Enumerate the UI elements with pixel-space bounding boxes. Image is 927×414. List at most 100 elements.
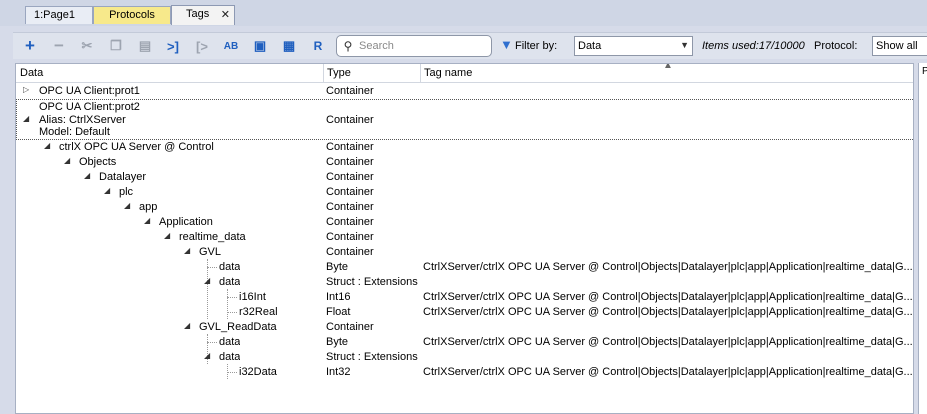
column-header-type[interactable]: Type bbox=[327, 67, 351, 79]
search-placeholder: Search bbox=[359, 40, 394, 52]
tab-protocols[interactable]: Protocols bbox=[93, 6, 171, 24]
tree-row[interactable]: r32Real Float CtrlXServer/ctrlX OPC UA S… bbox=[16, 305, 913, 320]
toolbar: + − ✂ ❐ ▤ >] [> AB ▣ ▦ R ⚲ Search ▼ Filt… bbox=[13, 32, 927, 59]
collapse-arrow-icon[interactable]: ◢ bbox=[184, 246, 190, 255]
tree-row[interactable]: ◢ plc Container bbox=[16, 185, 913, 200]
tree-row[interactable]: ◢ GVL_ReadData Container bbox=[16, 320, 913, 335]
close-icon[interactable]: ✕ bbox=[221, 8, 230, 21]
collapse-arrow-icon[interactable]: ◢ bbox=[44, 141, 50, 150]
row-tag-name: CtrlXServer/ctrlX OPC UA Server @ Contro… bbox=[423, 336, 913, 348]
tree-row[interactable]: i16Int Int16 CtrlXServer/ctrlX OPC UA Se… bbox=[16, 290, 913, 305]
column-header-data[interactable]: Data bbox=[20, 67, 43, 79]
row-type: Container bbox=[326, 171, 374, 183]
collapse-arrow-icon[interactable]: ◢ bbox=[124, 201, 130, 210]
row-model-line: Model: Default bbox=[39, 126, 110, 138]
column-separator[interactable] bbox=[420, 64, 421, 83]
row-name: realtime_data bbox=[179, 231, 246, 243]
row-name: GVL_ReadData bbox=[199, 321, 277, 333]
tree-row[interactable]: ◢ ctrlX OPC UA Server @ Control Containe… bbox=[16, 140, 913, 155]
paste-icon[interactable]: ▤ bbox=[134, 36, 156, 56]
collapse-arrow-icon[interactable]: ◢ bbox=[144, 216, 150, 225]
row-type: Container bbox=[326, 114, 374, 126]
remove-icon[interactable]: − bbox=[48, 36, 70, 56]
expand-arrow-icon[interactable]: ▷ bbox=[23, 85, 29, 94]
tree-row[interactable]: ◢ Application Container bbox=[16, 215, 913, 230]
row-name: OPC UA Client:prot1 bbox=[39, 85, 140, 97]
filter-icon: ▼ bbox=[500, 37, 513, 52]
collapse-arrow-icon[interactable]: ◢ bbox=[204, 276, 210, 285]
refresh-icon[interactable]: R bbox=[307, 36, 329, 56]
filter-value: Data bbox=[578, 40, 602, 52]
tree-row[interactable]: i32Data Int32 CtrlXServer/ctrlX OPC UA S… bbox=[16, 365, 913, 380]
import-icon[interactable]: ▣ bbox=[249, 36, 271, 56]
tree-row[interactable]: ◢ data Struct : Extensions bbox=[16, 275, 913, 290]
tab-label: Protocols bbox=[109, 9, 155, 21]
row-type: Container bbox=[326, 246, 374, 258]
tree-row[interactable]: ◢ GVL Container bbox=[16, 245, 913, 260]
row-type: Int16 bbox=[326, 291, 351, 303]
collapse-arrow-icon[interactable]: ◢ bbox=[184, 321, 190, 330]
protocol-label: Protocol: bbox=[814, 40, 858, 52]
copy-icon[interactable]: ❐ bbox=[105, 36, 127, 56]
row-type: Container bbox=[326, 231, 374, 243]
properties-pane-label: P bbox=[922, 66, 927, 77]
cut-icon[interactable]: ✂ bbox=[76, 36, 98, 56]
row-name: data bbox=[219, 336, 241, 348]
row-type: Container bbox=[326, 201, 374, 213]
row-name-line: OPC UA Client:prot2 bbox=[39, 101, 140, 113]
row-type: Struct : Extensions bbox=[326, 276, 418, 288]
tree-row[interactable]: ▷ OPC UA Client:prot1 Container bbox=[16, 84, 913, 99]
tree-row[interactable]: data Byte CtrlXServer/ctrlX OPC UA Serve… bbox=[16, 335, 913, 350]
expand-icon[interactable]: >] bbox=[162, 36, 184, 56]
rename-icon[interactable]: AB bbox=[220, 36, 242, 56]
row-type: Container bbox=[326, 85, 374, 97]
collapse-arrow-icon[interactable]: ◢ bbox=[64, 156, 70, 165]
collapse-arrow-icon[interactable]: ◢ bbox=[164, 231, 170, 240]
row-name: r32Real bbox=[239, 306, 278, 318]
collapse-arrow-icon[interactable]: ◢ bbox=[104, 186, 110, 195]
row-tag-name: CtrlXServer/ctrlX OPC UA Server @ Contro… bbox=[423, 306, 913, 318]
row-name: OPC UA Client:prot2 Alias: CtrlXServer M… bbox=[39, 101, 140, 139]
row-type: Container bbox=[326, 216, 374, 228]
row-name: app bbox=[139, 201, 158, 213]
collapse-arrow-icon[interactable]: ◢ bbox=[84, 171, 90, 180]
tree-row[interactable]: ◢ realtime_data Container bbox=[16, 230, 913, 245]
tree-row[interactable]: ◢ data Struct : Extensions bbox=[16, 350, 913, 365]
tree-row[interactable]: ◢ app Container bbox=[16, 200, 913, 215]
search-input[interactable]: ⚲ Search bbox=[336, 35, 492, 57]
chevron-down-icon: ▼ bbox=[680, 40, 689, 50]
filter-label: Filter by: bbox=[515, 40, 558, 52]
tags-grid: Data Type Tag name ▲ ▷ OPC UA Client:pro… bbox=[15, 63, 914, 414]
tab-label: 1:Page1 bbox=[34, 9, 75, 21]
items-used: Items used:17/10000 bbox=[702, 40, 805, 52]
protocol-select[interactable]: Show all bbox=[872, 36, 927, 56]
row-tag-name: CtrlXServer/ctrlX OPC UA Server @ Contro… bbox=[423, 261, 913, 273]
row-name: Objects bbox=[79, 156, 117, 168]
tab-label: Tags bbox=[186, 8, 210, 20]
export-icon[interactable]: ▦ bbox=[278, 36, 300, 56]
properties-pane[interactable]: P bbox=[918, 63, 927, 414]
tab-tags[interactable]: Tags ✕ bbox=[171, 5, 235, 25]
collapse-icon[interactable]: [> bbox=[191, 36, 213, 56]
column-header-tag-name[interactable]: Tag name bbox=[424, 67, 472, 79]
row-name: Datalayer bbox=[99, 171, 147, 183]
collapse-arrow-icon[interactable]: ◢ bbox=[204, 351, 210, 360]
search-icon: ⚲ bbox=[343, 39, 353, 53]
column-separator[interactable] bbox=[323, 64, 324, 83]
row-type: Container bbox=[326, 141, 374, 153]
tab-page1[interactable]: 1:Page1 bbox=[25, 6, 93, 24]
row-type: Struct : Extensions bbox=[326, 351, 418, 363]
collapse-arrow-icon[interactable]: ◢ bbox=[23, 114, 29, 123]
add-icon[interactable]: + bbox=[19, 36, 41, 56]
tree-row-selected[interactable]: ◢ OPC UA Client:prot2 Alias: CtrlXServer… bbox=[16, 99, 913, 140]
tab-strip: 1:Page1 Protocols Tags ✕ bbox=[0, 0, 927, 26]
filter-select[interactable]: Data ▼ bbox=[574, 36, 693, 56]
row-name: data bbox=[219, 261, 241, 273]
tree-row[interactable]: ◢ Objects Container bbox=[16, 155, 913, 170]
grid-header: Data Type Tag name ▲ bbox=[16, 63, 913, 83]
tree-row[interactable]: data Byte CtrlXServer/ctrlX OPC UA Serve… bbox=[16, 260, 913, 275]
tree-row[interactable]: ◢ Datalayer Container bbox=[16, 170, 913, 185]
row-type: Int32 bbox=[326, 366, 351, 378]
sort-ascending-icon: ▲ bbox=[663, 63, 673, 71]
row-type: Byte bbox=[326, 261, 349, 273]
